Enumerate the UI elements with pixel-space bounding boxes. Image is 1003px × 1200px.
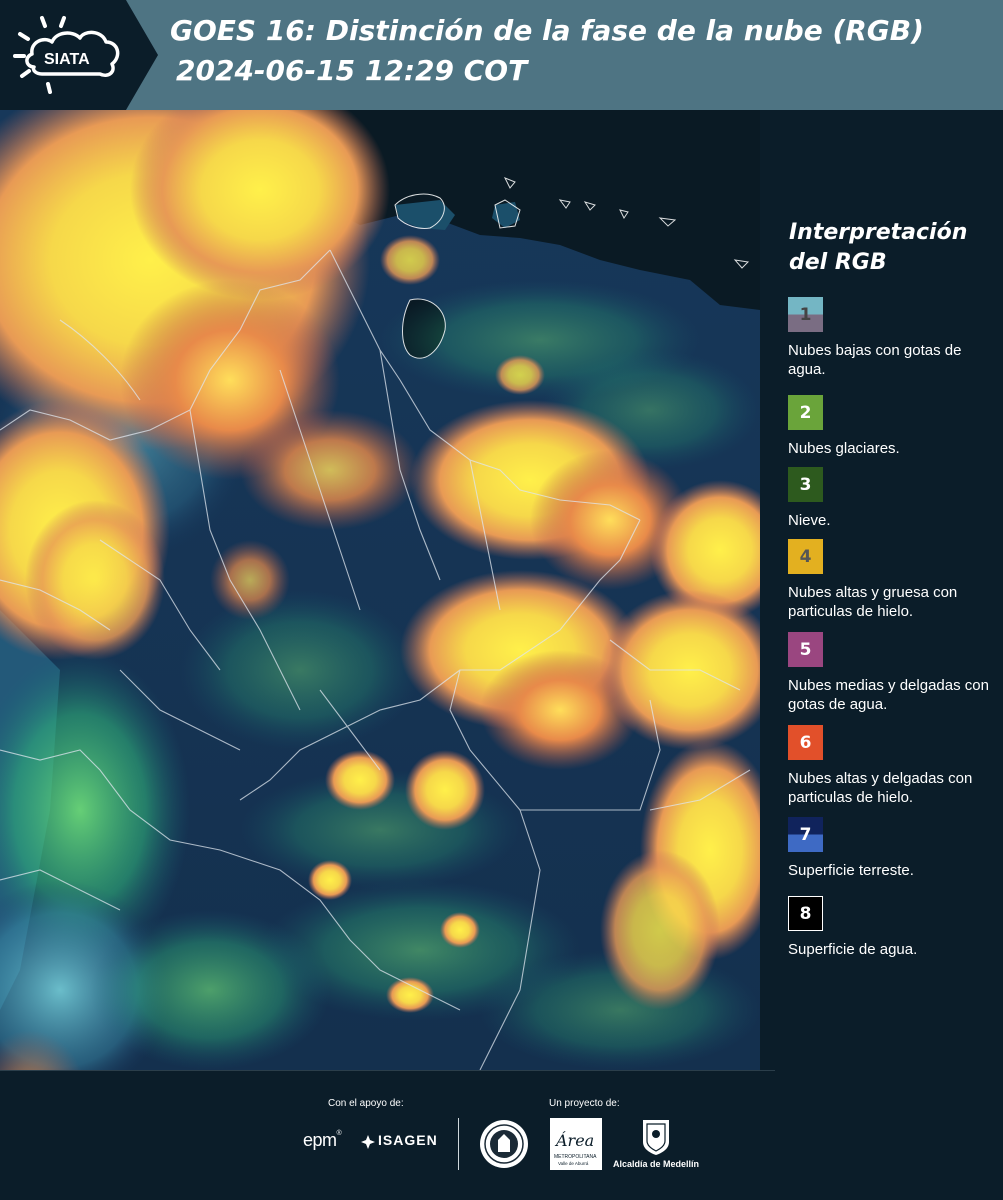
- area-logo-sub2: Valle de Aburrá: [558, 1161, 589, 1166]
- legend-item-7: 7 Superficie terreste.: [788, 817, 998, 880]
- footer-vertical-divider: [458, 1118, 459, 1170]
- siata-logo: SIATA: [0, 0, 158, 110]
- legend-panel: Interpretación del RGB 1 Nubes bajas con …: [760, 110, 1003, 1070]
- legend-item-3: 3 Nieve.: [788, 467, 998, 530]
- legend-label: Nubes medias y delgadas con gotas de agu…: [788, 677, 989, 713]
- legend-item-1: 1 Nubes bajas con gotas de agua.: [788, 297, 998, 379]
- legend-number: 2: [799, 402, 812, 423]
- epm-logo: epm®: [303, 1130, 342, 1150]
- legend-title-line2: del RGB: [789, 250, 887, 275]
- legend-item-8: 8 Superficie de agua.: [788, 896, 998, 959]
- page-title: GOES 16: Distinción de la fase de la nub…: [170, 14, 924, 47]
- legend-label: Nieve.: [788, 512, 831, 529]
- legend-swatch-3: 3: [788, 467, 823, 502]
- legend-number: 5: [799, 639, 812, 660]
- legend-number: 3: [799, 474, 812, 495]
- legend-title: Interpretación del RGB: [789, 218, 989, 278]
- legend-swatch-1: 1: [788, 297, 823, 332]
- legend-label: Superficie de agua.: [788, 941, 918, 958]
- area-logo-text: Área: [554, 1130, 594, 1150]
- isagen-logo: ISAGEN: [378, 1132, 438, 1148]
- legend-label: Superficie terreste.: [788, 862, 914, 879]
- legend-label: Nubes glaciares.: [788, 440, 900, 457]
- legend-item-2: 2 Nubes glaciares.: [788, 395, 998, 458]
- legend-item-5: 5 Nubes medias y delgadas con gotas de ag…: [788, 632, 998, 714]
- support-label: Con el apoyo de:: [328, 1098, 404, 1109]
- legend-swatch-2: 2: [788, 395, 823, 430]
- isagen-logo-text: ISAGEN: [378, 1132, 438, 1148]
- alcaldia-label: Alcaldía de Medellín: [613, 1159, 700, 1169]
- header: SIATA GOES 16: Distinción de la fase de …: [0, 0, 1003, 110]
- legend-label: Nubes bajas con gotas de agua.: [788, 342, 962, 378]
- legend-swatch-7: 7: [788, 817, 823, 852]
- footer: Con el apoyo de: Un proyecto de: epm® IS…: [0, 1070, 1003, 1200]
- area-logo-sub1: METROPOLITANA: [554, 1154, 597, 1160]
- legend-number: 8: [799, 903, 812, 924]
- legend-item-4: 4 Nubes altas y gruesa con particulas de …: [788, 539, 998, 621]
- footer-divider-line: [0, 1070, 775, 1071]
- legend-label: Nubes altas y delgadas con particulas de…: [788, 770, 973, 806]
- legend-swatch-5: 5: [788, 632, 823, 667]
- area-metropolitana-logo: Área METROPOLITANA Valle de Aburrá: [550, 1118, 602, 1170]
- satellite-map[interactable]: [0, 110, 760, 1070]
- legend-swatch-6: 6: [788, 725, 823, 760]
- legend-label: Nubes altas y gruesa con particulas de h…: [788, 584, 958, 620]
- legend-number: 4: [799, 546, 812, 567]
- satellite-image: [0, 110, 760, 1070]
- legend-number: 7: [799, 824, 812, 845]
- legend-number: 1: [799, 304, 812, 325]
- legend-number: 6: [799, 732, 812, 753]
- timestamp: 2024-06-15 12:29 COT: [176, 54, 528, 87]
- legend-swatch-4: 4: [788, 539, 823, 574]
- legend-title-line1: Interpretación: [789, 220, 968, 245]
- isagen-icon: [361, 1135, 375, 1149]
- legend-item-6: 6 Nubes altas y delgadas con particulas d…: [788, 725, 998, 807]
- project-label: Un proyecto de:: [549, 1098, 620, 1109]
- legend-swatch-8: 8: [788, 896, 823, 931]
- epm-logo-text: epm: [303, 1130, 337, 1150]
- siata-logo-text: SIATA: [44, 51, 90, 68]
- university-seal-icon: [480, 1120, 528, 1168]
- alcaldia-shield-icon: [643, 1120, 669, 1155]
